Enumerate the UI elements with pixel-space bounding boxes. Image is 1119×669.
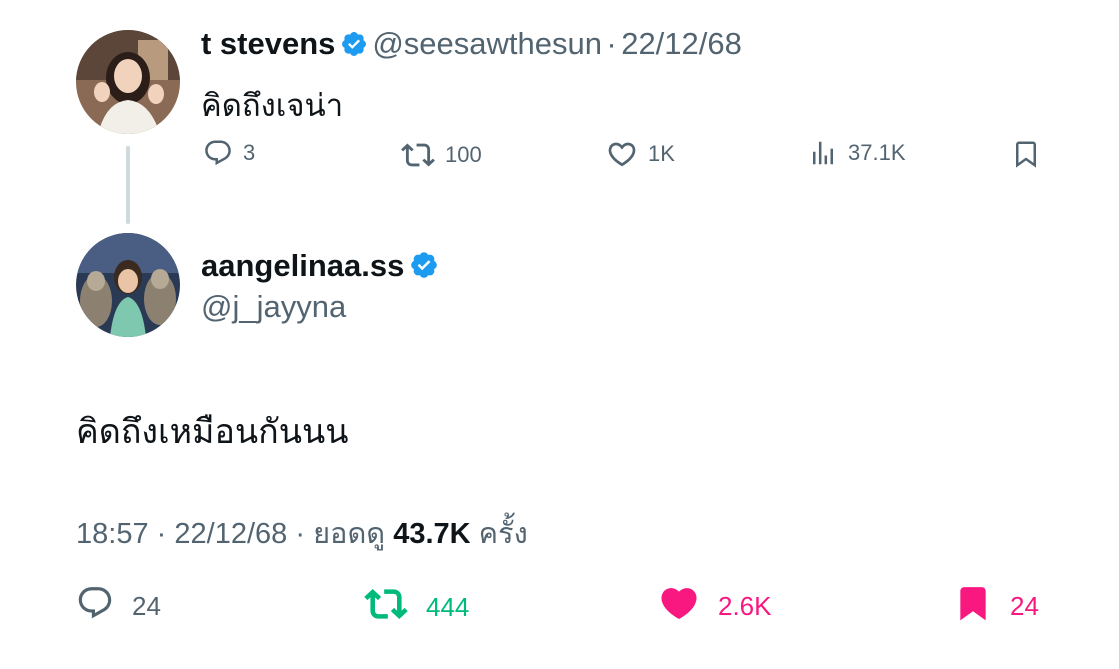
parent-like-count: 1K	[648, 141, 675, 166]
parent-bookmark-button[interactable]	[1011, 138, 1041, 175]
thread-connector-line	[126, 146, 130, 224]
parent-header: t stevens @seesawthesun · 22/12/68	[201, 26, 742, 63]
reply-bookmark-button[interactable]: 24	[954, 582, 1039, 631]
verified-badge-icon	[340, 30, 368, 63]
reply-retweet-count: 444	[426, 592, 470, 622]
parent-views-count: 37.1K	[848, 140, 906, 165]
views-prefix: ยอดดู	[313, 518, 386, 550]
separator-dot: ·	[606, 26, 617, 61]
reply-reply-button[interactable]: 24	[76, 584, 161, 629]
retweet-icon	[401, 138, 435, 172]
reply-header: aangelinaa.ss	[201, 248, 439, 285]
retweet-icon	[364, 582, 408, 633]
parent-avatar[interactable]	[76, 30, 180, 134]
reply-icon	[203, 138, 233, 168]
bookmark-icon	[1011, 141, 1041, 174]
reply-icon	[76, 584, 114, 629]
views-icon	[808, 138, 838, 168]
reply-avatar[interactable]	[76, 233, 180, 337]
parent-tweet-text: คิดถึงเจน่า	[201, 88, 344, 123]
reply-bookmark-count: 24	[1010, 591, 1039, 621]
reply-retweet-button[interactable]: 444	[364, 582, 469, 633]
parent-date[interactable]: 22/12/68	[621, 26, 742, 61]
reply-reply-count: 24	[132, 591, 161, 621]
reply-date[interactable]: 22/12/68	[174, 518, 287, 550]
views-suffix: ครั้ง	[478, 518, 528, 550]
reply-like-button[interactable]: 2.6K	[658, 582, 772, 631]
reply-like-count: 2.6K	[718, 591, 772, 621]
separator-dot: ·	[156, 518, 167, 550]
separator-dot: ·	[295, 518, 305, 550]
reply-meta: 18:57 · 22/12/68 · ยอดดู 43.7K ครั้ง	[76, 510, 528, 556]
parent-like-button[interactable]: 1K	[606, 138, 675, 170]
reply-display-name[interactable]: aangelinaa.ss	[201, 248, 404, 283]
parent-retweet-count: 100	[445, 142, 482, 167]
parent-display-name[interactable]: t stevens	[201, 26, 335, 61]
reply-time[interactable]: 18:57	[76, 518, 149, 550]
reply-views-count: 43.7K	[393, 518, 471, 550]
parent-retweet-button[interactable]: 100	[401, 138, 482, 172]
parent-views-button[interactable]: 37.1K	[808, 138, 906, 168]
parent-reply-count: 3	[243, 140, 256, 165]
parent-reply-button[interactable]: 3	[203, 138, 255, 168]
reply-tweet-text: คิดถึงเหมือนกันนน	[76, 413, 349, 451]
verified-badge-icon	[409, 250, 439, 285]
like-icon	[658, 582, 700, 631]
bookmark-icon	[954, 582, 992, 631]
parent-handle[interactable]: @seesawthesun	[372, 26, 602, 61]
like-icon	[606, 138, 638, 170]
reply-handle[interactable]: @j_jayyna	[201, 289, 346, 325]
